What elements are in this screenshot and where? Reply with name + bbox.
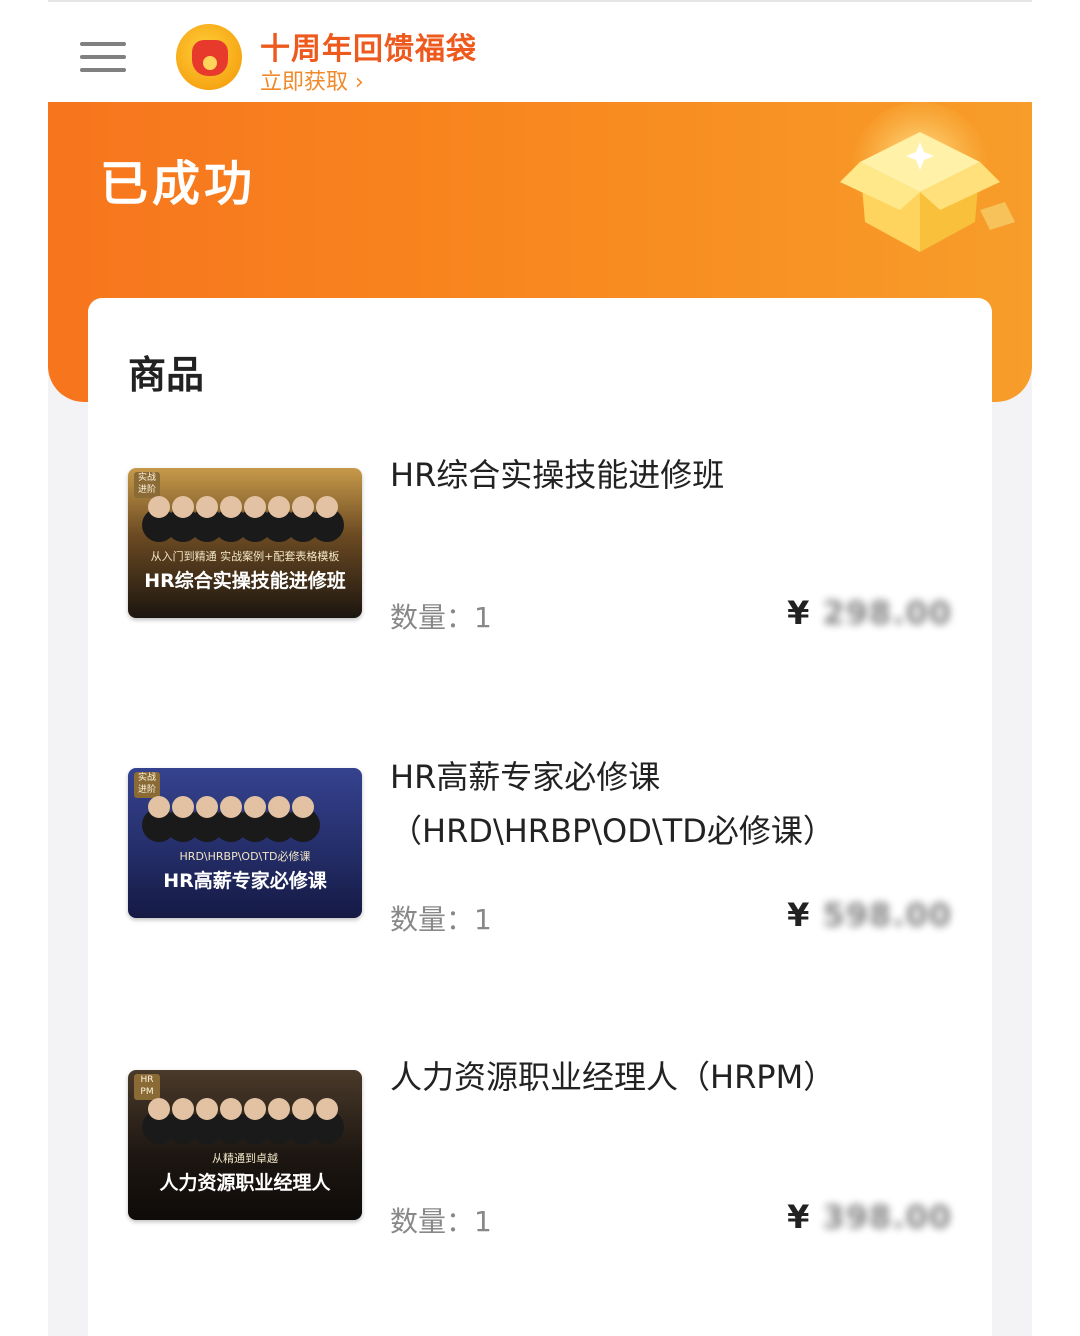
price-value-obscured: 598.00 [822,896,952,934]
promo-title[interactable]: 十周年回馈福袋 [260,24,477,68]
currency-symbol: ¥ [787,594,811,632]
thumb-title: HR高薪专家必修课 [163,870,327,892]
product-name[interactable]: 人力资源职业经理人（HRPM） [390,1050,950,1104]
quantity-value: 1 [474,1205,492,1238]
price-value-obscured: 398.00 [822,1198,952,1236]
price-value-obscured: 298.00 [822,594,952,632]
currency-symbol: ¥ [787,1198,811,1236]
product-quantity: 数量：1 [390,596,492,636]
gift-box-illustration [840,102,1015,252]
currency-symbol: ¥ [787,896,811,934]
instructor-photos [148,496,348,546]
product-quantity: 数量：1 [390,1200,492,1240]
quantity-label: 数量： [390,903,475,936]
product-item[interactable]: 实战进阶 HRD\HRBP\OD\TD必修课 HR高薪专家必修课 HR高薪专家必… [88,750,992,970]
quantity-label: 数量： [390,1205,475,1238]
section-title: 商品 [128,353,205,397]
lucky-bag-icon[interactable] [176,24,242,90]
product-quantity: 数量：1 [390,898,492,938]
thumb-subtitle: 从精通到卓越 [212,1152,278,1165]
instructor-photos [148,796,348,846]
thumb-subtitle: HRD\HRBP\OD\TD必修课 [179,850,311,863]
order-card: 商品 实战进阶 从入门到精通 实战案例+配套表格模板 HR综合实操技能进修班 H… [88,298,992,1336]
thumb-tag: 实战进阶 [134,772,160,798]
app-screen: 十周年回馈福袋 立即获取 › 已成功 商品 实战进阶 从入门到精通 实战案例+配… [48,0,1032,1336]
product-price: ¥ 398.00 [787,1198,952,1236]
order-status-title: 已成功 [100,156,257,212]
quantity-value: 1 [474,601,492,634]
promo-get-link[interactable]: 立即获取 › [260,64,364,96]
instructor-photos [148,1098,348,1148]
top-bar: 十周年回馈福袋 立即获取 › [48,0,1032,104]
product-item[interactable]: HR PM 从精通到卓越 人力资源职业经理人 人力资源职业经理人（HRPM） 数… [88,1050,992,1270]
product-price: ¥ 598.00 [787,896,952,934]
product-name[interactable]: HR高薪专家必修课（HRD\HRBP\OD\TD必修课） [390,750,950,858]
thumb-title: HR综合实操技能进修班 [144,570,346,592]
product-item[interactable]: 实战进阶 从入门到精通 实战案例+配套表格模板 HR综合实操技能进修班 HR综合… [88,448,992,668]
product-name[interactable]: HR综合实操技能进修班 [390,448,950,502]
thumb-subtitle: 从入门到精通 实战案例+配套表格模板 [150,550,340,563]
thumb-tag: 实战进阶 [134,472,160,498]
product-thumbnail[interactable]: 实战进阶 HRD\HRBP\OD\TD必修课 HR高薪专家必修课 [128,768,362,918]
quantity-value: 1 [474,903,492,936]
thumb-title: 人力资源职业经理人 [159,1172,331,1194]
product-thumbnail[interactable]: HR PM 从精通到卓越 人力资源职业经理人 [128,1070,362,1220]
quantity-label: 数量： [390,601,475,634]
thumb-tag: HR PM [134,1074,160,1100]
product-thumbnail[interactable]: 实战进阶 从入门到精通 实战案例+配套表格模板 HR综合实操技能进修班 [128,468,362,618]
menu-icon[interactable] [80,42,126,74]
product-price: ¥ 298.00 [787,594,952,632]
